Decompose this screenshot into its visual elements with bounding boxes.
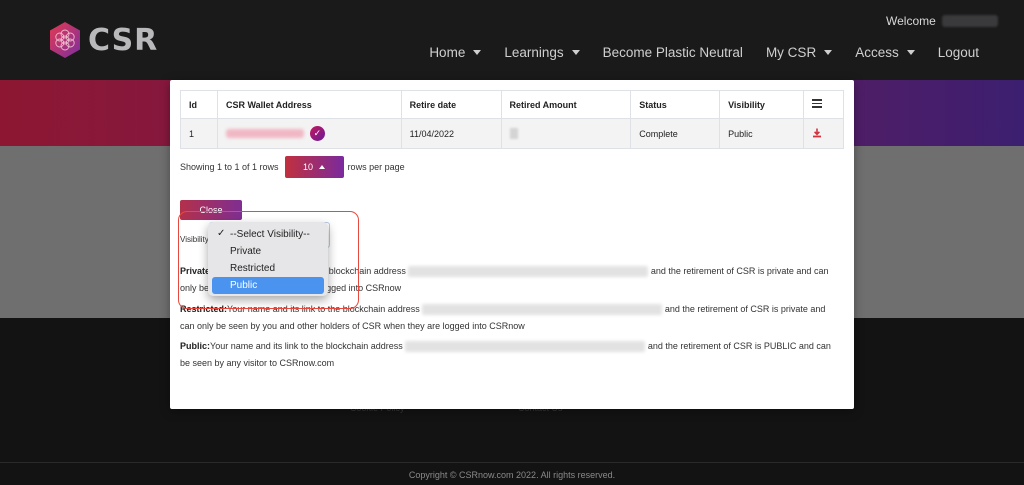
col-header-id[interactable]: Id [180, 90, 218, 119]
nav-access[interactable]: Access [855, 45, 915, 60]
nav-home-label: Home [429, 45, 466, 60]
footer-divider [0, 462, 1024, 463]
chevron-down-icon [571, 50, 580, 55]
cell-retire-date: 11/04/2022 [400, 118, 502, 149]
brand-logo[interactable]: CSR [48, 20, 158, 60]
cell-status: Complete [630, 118, 721, 149]
nav-become-plastic-neutral[interactable]: Become Plastic Neutral [603, 45, 743, 60]
welcome-label: Welcome [886, 14, 936, 28]
download-icon[interactable] [812, 128, 822, 140]
page-size-dropdown[interactable]: 10 [284, 156, 344, 178]
nav-learnings[interactable]: Learnings [504, 45, 580, 60]
col-header-retire-date[interactable]: Retire date [400, 90, 502, 119]
cell-visibility: Public [719, 118, 804, 149]
site-header: CSR Welcome Home Learnings Become Plasti… [0, 0, 1024, 80]
nav-my-csr-label: My CSR [765, 45, 817, 60]
public-text-a: Your name and its link to the blockchain… [210, 341, 403, 351]
nav-learnings-label: Learnings [504, 45, 564, 60]
amount-redacted [509, 128, 518, 140]
nav-access-label: Access [855, 45, 899, 60]
nav-my-csr[interactable]: My CSR [765, 45, 833, 60]
caret-up-icon [319, 165, 326, 169]
welcome-greeting: Welcome [886, 14, 998, 28]
page-size-value: 10 [303, 162, 314, 172]
main-nav: Home Learnings Become Plastic Neutral My… [406, 45, 979, 60]
table-row: 1 ✓ 11/04/2022 Complete Public [180, 118, 845, 149]
verified-check-icon: ✓ [309, 126, 325, 141]
chevron-down-icon [906, 50, 915, 55]
list-icon [811, 97, 822, 110]
public-description: Public:Your name and its link to the blo… [180, 338, 840, 372]
blockchain-address-redacted [408, 266, 649, 278]
nav-home[interactable]: Home [429, 45, 482, 60]
col-header-status[interactable]: Status [630, 90, 721, 119]
brand-name: CSR [88, 22, 159, 58]
blockchain-address-redacted [405, 341, 646, 353]
pagination: Showing 1 to 1 of 1 rows 10 rows per pag… [180, 156, 405, 178]
cell-retired-amount [500, 118, 632, 149]
chevron-down-icon [824, 50, 833, 55]
copyright-text: Copyright © CSRnow.com 2022. All rights … [408, 470, 616, 480]
public-title: Public: [180, 341, 211, 351]
pagination-info: Showing 1 to 1 of 1 rows [180, 162, 279, 172]
nav-logout[interactable]: Logout [938, 45, 979, 60]
rows-per-page-label: rows per page [347, 162, 405, 172]
col-header-visibility[interactable]: Visibility [719, 90, 804, 119]
chevron-down-icon [473, 50, 482, 55]
table-header-row: Id CSR Wallet Address Retire date Retire… [180, 90, 845, 119]
retirement-table: Id CSR Wallet Address Retire date Retire… [180, 90, 845, 149]
welcome-username-redacted [941, 15, 998, 27]
cell-id: 1 [180, 118, 218, 149]
blockchain-address-redacted [422, 304, 663, 316]
col-header-columns-toggle[interactable] [802, 90, 845, 119]
annotation-highlight [178, 211, 359, 309]
col-header-retired-amount[interactable]: Retired Amount [500, 90, 632, 119]
csr-hexagon-icon [50, 22, 80, 58]
cell-download [802, 118, 845, 149]
nav-become-plastic-neutral-label: Become Plastic Neutral [602, 45, 743, 60]
wallet-address-redacted [225, 129, 304, 138]
cell-wallet-address: ✓ [216, 118, 402, 149]
nav-logout-label: Logout [937, 45, 979, 60]
col-header-wallet-address[interactable]: CSR Wallet Address [216, 90, 402, 119]
